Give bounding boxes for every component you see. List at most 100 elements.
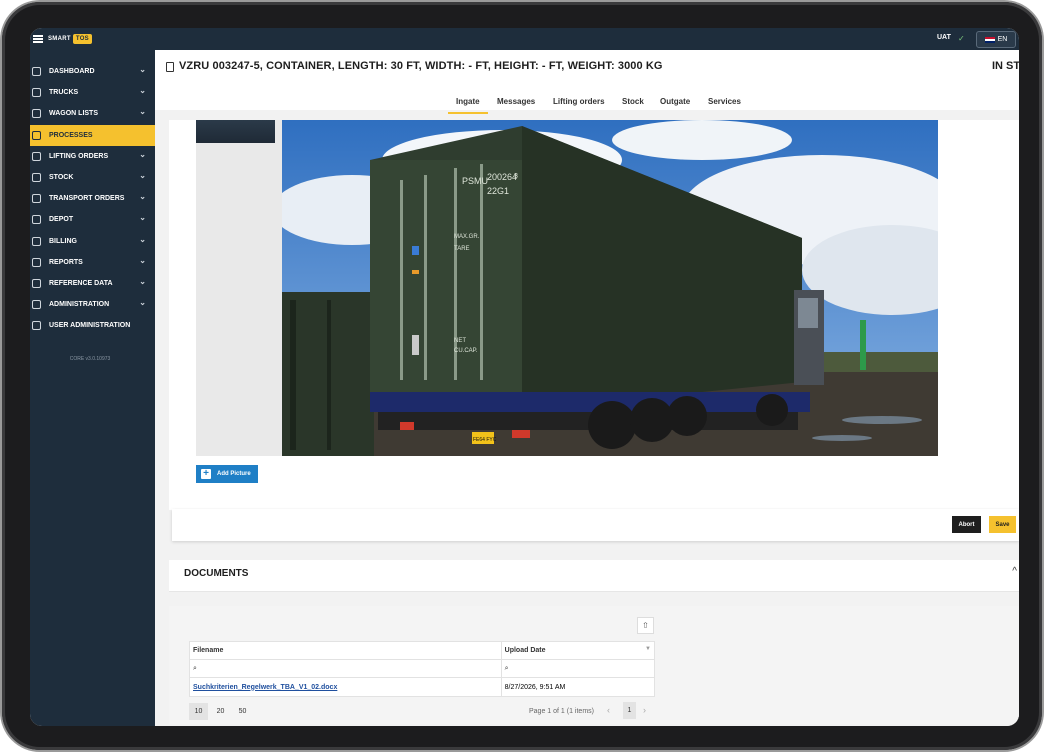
upload-button[interactable]: ⇧ xyxy=(637,617,654,634)
page-size-option[interactable]: 10 xyxy=(189,703,208,720)
picture-panel: PSMU 200264 3 22G1 MAX.GR. TARE NET CU.C… xyxy=(169,120,1019,510)
tab-stock[interactable]: Stock xyxy=(622,97,644,106)
sidebar-item-label: DEPOT xyxy=(49,216,74,224)
tab-outgate[interactable]: Outgate xyxy=(660,97,690,106)
chevron-down-icon: ⌄ xyxy=(139,213,146,223)
top-bar: SMART TOS UAT ✓ EN xyxy=(30,28,1019,50)
search-icon: ⌕ xyxy=(504,664,509,672)
plus-icon: + xyxy=(201,469,211,479)
sidebar-item-trucks[interactable]: TRUCKS ⌄ xyxy=(30,82,155,103)
chevron-down-icon: ⌄ xyxy=(139,276,146,286)
pagination: 10 20 50 Page 1 of 1 (1 items) ‹ 1 › xyxy=(189,701,655,721)
column-header-filename[interactable]: Filename xyxy=(190,642,502,659)
sidebar-item-reports[interactable]: REPORTS ⌄ xyxy=(30,252,155,273)
gear-icon xyxy=(32,300,41,310)
container-check-digit: 3 xyxy=(514,173,518,180)
abort-button[interactable]: Abort xyxy=(952,516,981,533)
sidebar-item-label: TRUCKS xyxy=(49,89,79,97)
user-icon xyxy=(32,321,41,331)
save-button[interactable]: Save xyxy=(989,516,1016,533)
sidebar-item-administration[interactable]: ADMINISTRATION ⌄ xyxy=(30,294,155,315)
logo-text: SMART xyxy=(48,36,71,42)
database-icon xyxy=(32,278,41,288)
upload-icon: ⇧ xyxy=(642,621,649,630)
filter-icon[interactable]: ▼ xyxy=(645,646,651,652)
tab-bar: Ingate Messages Lifting orders Stock Out… xyxy=(155,84,1019,114)
language-label: EN xyxy=(997,36,1008,43)
sidebar-item-label: PROCESSES xyxy=(49,131,93,139)
container-photo-illustration: PSMU 200264 3 22G1 MAX.GR. TARE NET CU.C… xyxy=(282,120,938,456)
chevron-up-icon[interactable]: ^ xyxy=(1012,566,1017,577)
grid-header-row: Filename Upload Date ▼ xyxy=(190,642,654,660)
filename-cell: Suchkriterien_Regelwerk_TBA_V1_02.docx xyxy=(190,678,502,696)
tablet-frame: SMART TOS UAT ✓ EN DASHBOARD ⌄ TRUCKS ⌄ WAGO… xyxy=(2,2,1042,750)
transport-icon xyxy=(32,194,41,204)
tab-services[interactable]: Services xyxy=(708,97,741,106)
action-bar: Abort Save xyxy=(172,509,1019,541)
sidebar-item-billing[interactable]: BILLING ⌄ xyxy=(30,231,155,252)
upload-date-filter-input[interactable]: ⌕ xyxy=(502,660,654,677)
table-row: Suchkriterien_Regelwerk_TBA_V1_02.docx 8… xyxy=(190,678,654,696)
lifting-icon xyxy=(32,151,41,161)
upload-date-cell: 8/27/2026, 9:51 AM xyxy=(504,683,566,691)
tab-messages[interactable]: Messages xyxy=(497,97,535,106)
chevron-down-icon: ⌄ xyxy=(139,65,146,74)
sidebar-item-lifting-orders[interactable]: LIFTING ORDERS ⌄ xyxy=(30,146,155,167)
file-link[interactable]: Suchkriterien_Regelwerk_TBA_V1_02.docx xyxy=(193,684,337,691)
logo-badge: TOS xyxy=(72,34,92,44)
container-photo: PSMU 200264 3 22G1 MAX.GR. TARE NET CU.C… xyxy=(282,120,938,456)
environment-status-icon: ✓ xyxy=(958,34,965,43)
add-picture-button[interactable]: + Add Picture xyxy=(196,465,258,483)
chevron-down-icon: ⌄ xyxy=(139,192,146,202)
documents-section-header[interactable]: DOCUMENTS ^ xyxy=(169,560,1019,592)
container-iso-code: 22G1 xyxy=(487,186,509,196)
container-owner-code: PSMU xyxy=(462,176,488,186)
picture-thumbnail[interactable] xyxy=(196,120,275,143)
sidebar-item-label: ADMINISTRATION xyxy=(49,301,110,309)
documents-grid: Filename Upload Date ▼ ⌕ ⌕ Suchkriterien… xyxy=(189,641,655,697)
container-max-gross-label: MAX.GR. xyxy=(454,234,480,240)
tab-ingate[interactable]: Ingate xyxy=(448,97,487,114)
thumbnail-strip xyxy=(196,120,282,456)
chevron-down-icon: ⌄ xyxy=(139,298,146,308)
page-size-option[interactable]: 20 xyxy=(211,703,230,720)
sidebar-item-label: DASHBOARD xyxy=(49,68,95,76)
page-header: VZRU 003247-5, CONTAINER, LENGTH: 30 FT,… xyxy=(155,50,1019,84)
sidebar-item-depot[interactable]: DEPOT ⌄ xyxy=(30,209,155,230)
sidebar-item-stock[interactable]: STOCK ⌄ xyxy=(30,167,155,188)
page-info: Page 1 of 1 (1 items) xyxy=(529,708,594,715)
sidebar-item-reference-data[interactable]: REFERENCE DATA ⌄ xyxy=(30,273,155,294)
sidebar-item-label: BILLING xyxy=(49,237,77,245)
sidebar-item-wagon-lists[interactable]: WAGON LISTS ⌄ xyxy=(30,103,155,124)
chevron-down-icon: ⌄ xyxy=(139,234,146,244)
status-label: IN STO xyxy=(992,60,1019,72)
language-selector[interactable]: EN xyxy=(976,31,1016,48)
dashboard-icon xyxy=(32,67,41,76)
document-icon xyxy=(166,62,174,72)
current-page-button[interactable]: 1 xyxy=(623,702,636,719)
sidebar-item-dashboard[interactable]: DASHBOARD ⌄ xyxy=(30,61,155,82)
chevron-down-icon: ⌄ xyxy=(139,255,146,265)
search-icon: ⌕ xyxy=(193,664,197,672)
sidebar-item-transport-orders[interactable]: TRANSPORT ORDERS ⌄ xyxy=(30,188,155,209)
filename-filter-input[interactable]: ⌕ xyxy=(190,660,502,677)
sidebar-item-label: REFERENCE DATA xyxy=(49,279,113,287)
documents-panel: ⇧ Filename Upload Date ▼ ⌕ ⌕ Suchkriteri… xyxy=(169,606,1019,724)
app-logo[interactable]: SMART TOS xyxy=(48,34,92,44)
column-header-upload-date-label: Upload Date xyxy=(504,647,546,654)
hamburger-menu-icon[interactable] xyxy=(33,35,43,43)
license-plate: FE64 FYC xyxy=(473,437,497,443)
page-size-option[interactable]: 50 xyxy=(233,703,252,720)
sidebar-item-processes[interactable]: PROCESSES xyxy=(30,124,155,146)
chevron-down-icon: ⌄ xyxy=(139,107,146,117)
sidebar-item-label: WAGON LISTS xyxy=(49,110,98,118)
chevron-right-icon[interactable]: › xyxy=(643,705,646,715)
wagon-icon xyxy=(32,109,41,119)
chevron-left-icon[interactable]: ‹ xyxy=(607,705,610,715)
column-header-upload-date[interactable]: Upload Date ▼ xyxy=(502,642,654,659)
sidebar-item-label: USER ADMINISTRATION xyxy=(49,322,131,330)
tab-lifting-orders[interactable]: Lifting orders xyxy=(553,97,605,106)
chevron-down-icon: ⌄ xyxy=(139,86,146,96)
container-net-label: NET xyxy=(454,338,466,344)
sidebar-item-user-administration[interactable]: USER ADMINISTRATION xyxy=(30,315,155,336)
